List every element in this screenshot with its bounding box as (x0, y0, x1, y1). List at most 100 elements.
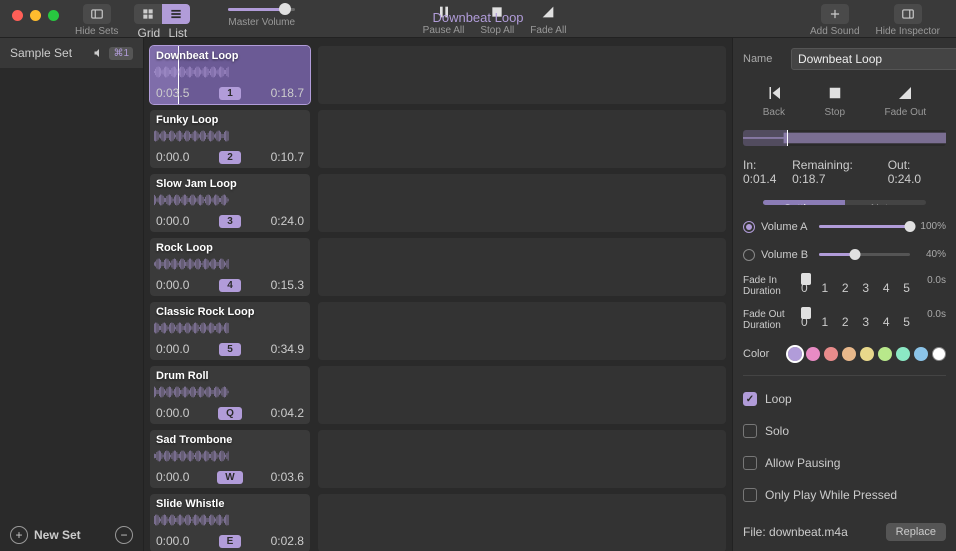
add-sound-button[interactable] (821, 4, 849, 24)
close-window[interactable] (12, 10, 23, 21)
allow-pausing-checkbox[interactable] (743, 456, 757, 470)
key-badge: Q (218, 407, 242, 420)
sound-card[interactable]: Rock Loop 0:00.0 4 0:15.3 (150, 238, 310, 296)
fade-in-slider[interactable]: 012345 (801, 275, 910, 295)
back-icon (765, 84, 783, 102)
color-swatch[interactable] (842, 347, 856, 361)
color-swatch[interactable] (914, 347, 928, 361)
start-time: 0:00.0 (156, 406, 189, 420)
sets-sidebar: Sample Set ⌘1 + New Set − (0, 38, 144, 551)
name-field[interactable] (791, 48, 956, 70)
color-swatch[interactable] (788, 347, 802, 361)
empty-slot[interactable] (318, 238, 726, 296)
start-time: 0:00.0 (156, 214, 189, 228)
speaker-icon (93, 47, 105, 59)
sound-list: Downbeat Loop 0:03.5 1 0:18.7 Funky Loop… (144, 38, 732, 551)
only-while-pressed-checkbox[interactable] (743, 488, 757, 502)
maximize-window[interactable] (48, 10, 59, 21)
duration: 0:02.8 (271, 534, 304, 548)
color-swatch[interactable] (860, 347, 874, 361)
volume-b-radio[interactable] (743, 249, 755, 261)
sound-title: Rock Loop (156, 242, 304, 254)
tab-settings[interactable]: Settings (763, 200, 845, 205)
fade-icon (540, 4, 556, 20)
sound-card[interactable]: Slide Whistle 0:00.0 E 0:02.8 (150, 494, 310, 551)
empty-slot[interactable] (318, 430, 726, 488)
toolbar: Hide Sets Grid List Master Volume Downbe… (0, 0, 956, 38)
replace-button[interactable]: Replace (886, 523, 946, 541)
empty-slot[interactable] (318, 46, 726, 104)
color-swatch[interactable] (824, 347, 838, 361)
color-swatch[interactable] (878, 347, 892, 361)
duration: 0:24.0 (271, 214, 304, 228)
view-labels: Grid List (138, 26, 188, 40)
waveform-preview[interactable] (743, 130, 946, 146)
sound-title: Downbeat Loop (156, 50, 304, 62)
start-time: 0:00.0 (156, 278, 189, 292)
sound-title: Classic Rock Loop (156, 306, 304, 318)
sidebar-item-label: Sample Set (10, 46, 72, 60)
duration: 0:34.9 (271, 342, 304, 356)
loop-checkbox[interactable] (743, 392, 757, 406)
key-badge: W (217, 471, 242, 484)
inspector-icon (901, 7, 915, 21)
back-button[interactable]: Back (763, 84, 785, 118)
duration: 0:03.6 (271, 470, 304, 484)
stop-icon (826, 84, 844, 102)
sound-card[interactable]: Funky Loop 0:00.0 2 0:10.7 (150, 110, 310, 168)
list-icon (169, 7, 183, 21)
color-swatch[interactable] (806, 347, 820, 361)
key-badge: 4 (219, 279, 241, 292)
sound-card[interactable]: Slow Jam Loop 0:00.0 3 0:24.0 (150, 174, 310, 232)
sidebar-item-sample-set[interactable]: Sample Set ⌘1 (0, 38, 143, 68)
timeline-info: In: 0:01.4 Remaining: 0:18.7 Out: 0:24.0 (743, 158, 946, 186)
sound-card[interactable]: Downbeat Loop 0:03.5 1 0:18.7 (150, 46, 310, 104)
fade-icon (896, 84, 914, 102)
page-title: Downbeat Loop (432, 10, 523, 25)
list-view-button[interactable] (162, 4, 190, 24)
start-time: 0:03.5 (156, 86, 189, 100)
remove-set-button[interactable]: − (115, 526, 133, 544)
grid-view-button[interactable] (134, 4, 162, 24)
solo-checkbox[interactable] (743, 424, 757, 438)
plus-icon (828, 7, 842, 21)
volume-a-slider[interactable] (819, 225, 910, 228)
empty-slot[interactable] (318, 174, 726, 232)
empty-slot[interactable] (318, 302, 726, 360)
master-volume-label: Master Volume (228, 17, 295, 28)
color-swatch[interactable] (932, 347, 946, 361)
volume-b-slider[interactable] (819, 253, 910, 256)
inspector-tabs: Settings Notes (763, 200, 926, 205)
color-swatch[interactable] (896, 347, 910, 361)
key-badge: 2 (219, 151, 241, 164)
stop-button[interactable]: Stop (824, 84, 845, 118)
start-time: 0:00.0 (156, 534, 189, 548)
start-time: 0:00.0 (156, 342, 189, 356)
empty-slot[interactable] (318, 366, 726, 424)
sound-card[interactable]: Classic Rock Loop 0:00.0 5 0:34.9 (150, 302, 310, 360)
master-volume-slider[interactable] (228, 8, 295, 11)
minimize-window[interactable] (30, 10, 41, 21)
sound-card[interactable]: Sad Trombone 0:00.0 W 0:03.6 (150, 430, 310, 488)
fade-out-button[interactable]: Fade Out (885, 84, 927, 118)
duration: 0:15.3 (271, 278, 304, 292)
hide-sets-button[interactable] (83, 4, 111, 24)
duration: 0:18.7 (271, 86, 304, 100)
new-set-button[interactable]: + (10, 526, 28, 544)
volume-a-radio[interactable] (743, 221, 755, 233)
empty-slot[interactable] (318, 110, 726, 168)
start-time: 0:00.0 (156, 470, 189, 484)
name-label: Name (743, 53, 783, 65)
sidebar-icon (90, 7, 104, 21)
window-controls (8, 4, 63, 21)
key-badge: 1 (219, 87, 241, 100)
hide-inspector-button[interactable] (894, 4, 922, 24)
empty-slot[interactable] (318, 494, 726, 551)
sound-title: Drum Roll (156, 370, 304, 382)
new-set-label: New Set (34, 528, 81, 542)
fade-all-button[interactable] (540, 4, 556, 23)
duration: 0:04.2 (271, 406, 304, 420)
fade-out-slider[interactable]: 012345 (801, 309, 910, 329)
tab-notes[interactable]: Notes (845, 200, 927, 205)
sound-card[interactable]: Drum Roll 0:00.0 Q 0:04.2 (150, 366, 310, 424)
